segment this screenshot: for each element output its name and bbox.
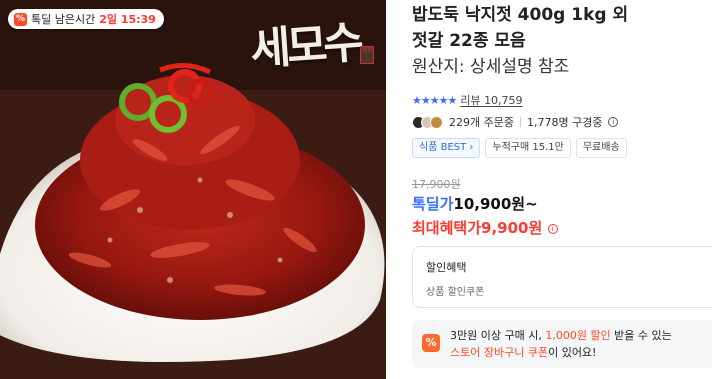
free-shipping-tag: 무료배송 (575, 138, 627, 158)
avatar (430, 115, 443, 129)
coupon-discount-amount: 1,000원 할인 (545, 329, 611, 342)
product-title: 밥도둑 낙지젓 400g 1kg 외 젓갈 22종 모음 원산지: 상세설명 참… (412, 2, 712, 80)
cumulative-purchase-tag: 누적구매 15.1만 (485, 138, 571, 158)
review-link[interactable]: 리뷰 10,759 (460, 92, 522, 108)
percent-icon: % (14, 12, 27, 26)
discount-detail: 상품 할인쿠폰 (426, 287, 485, 298)
product-image[interactable]: % 톡딜 남은시간 2일 15:39 세모수 정품 (0, 0, 386, 379)
chevron-right-icon: › (469, 142, 474, 153)
deal-timer-value: 2일 15:39 (99, 13, 156, 26)
original-price: 17,900원 (412, 178, 461, 191)
deal-timer-label: 톡딜 남은시간 (31, 13, 96, 26)
discount-benefits-box[interactable]: 할인혜택 상품 할인쿠폰 (412, 246, 712, 308)
product-tags: 식품 BEST › 누적구매 15.1만 무료배송 (412, 138, 627, 158)
deal-price-value: 10,900원~ (453, 195, 538, 213)
coupon-percent-icon: % (422, 334, 440, 352)
discount-heading: 할인혜택 (426, 261, 467, 274)
coupon-text-pre: 3만원 이상 구매 시, (450, 329, 546, 342)
food-best-label: 식품 BEST (419, 142, 467, 153)
coupon-message: 3만원 이상 구매 시, 1,000원 할인 받을 수 있는 스토어 장바구니 … (450, 327, 712, 361)
viewers-count: 1,778명 구경중 (526, 116, 603, 129)
info-icon[interactable]: i (608, 117, 619, 127)
coupon-text-post: 이 있어요! (548, 346, 597, 359)
activity-stats: 229개 주문중 1,778명 구경중 i (412, 114, 619, 130)
max-benefit-label: 최대혜택가 (412, 219, 482, 237)
product-title-line2: 젓갈 22종 모음 (412, 31, 526, 51)
max-benefit-value: 9,900원 (481, 219, 543, 237)
product-title-line1: 밥도둑 낙지젓 400g 1kg 외 (412, 5, 629, 25)
max-benefit-price: 최대혜택가9,900원 i (412, 217, 558, 238)
brand-seal-stamp: 정품 (360, 46, 374, 64)
info-icon[interactable]: i (547, 223, 558, 234)
star-rating-icon: ★★★★★ (412, 93, 457, 107)
deal-timer-badge: % 톡딜 남은시간 2일 15:39 (8, 9, 164, 29)
divider (519, 117, 521, 127)
coupon-text-mid: 받을 수 있는 (610, 329, 672, 342)
deal-price: 톡딜가10,900원~ (412, 193, 538, 214)
deal-price-label: 톡딜가 (412, 195, 454, 213)
store-coupon-banner[interactable]: % 3만원 이상 구매 시, 1,000원 할인 받을 수 있는 스토어 장바구… (412, 320, 712, 368)
product-origin: 원산지: 상세설명 참조 (412, 57, 570, 77)
coupon-name: 스토어 장바구니 쿠폰 (450, 346, 549, 359)
review-label: 리뷰 (460, 94, 481, 107)
rating-row: ★★★★★ 리뷰 10,759 (412, 92, 523, 108)
food-best-tag[interactable]: 식품 BEST › (412, 138, 481, 158)
orders-count: 229개 주문중 (449, 116, 514, 129)
review-count: 10,759 (484, 94, 523, 107)
product-info-panel: 밥도둑 낙지젓 400g 1kg 외 젓갈 22종 모음 원산지: 상세설명 참… (412, 0, 712, 379)
buyer-avatars (412, 115, 443, 129)
brand-logo: 세모수 (248, 17, 362, 76)
